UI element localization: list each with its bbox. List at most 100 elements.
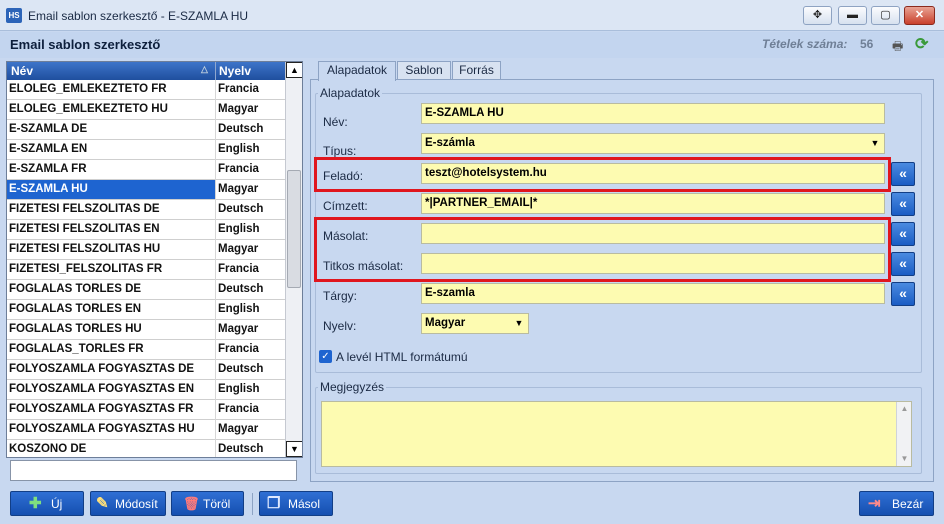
column-divider[interactable] xyxy=(215,62,216,80)
html-format-checkbox[interactable]: ✓ xyxy=(319,350,332,363)
edit-button-label: Módosít xyxy=(115,497,158,511)
list-item[interactable]: ELOLEG_EMLEKEZTETO HU Magyar xyxy=(7,100,285,120)
notes-scroll-down-icon[interactable]: ▼ xyxy=(897,454,912,463)
cell-divider xyxy=(215,240,216,260)
list-item[interactable]: E-SZAMLA DE Deutsch xyxy=(7,120,285,140)
list-item[interactable]: E-SZAMLA HU Magyar xyxy=(7,180,285,200)
list-item-language: Francia xyxy=(218,403,259,415)
list-item[interactable]: E-SZAMLA EN English xyxy=(7,140,285,160)
refresh-icon[interactable]: ⟳ xyxy=(915,34,933,53)
chevron-down-icon[interactable]: ▼ xyxy=(511,314,527,333)
list-header: Név △ Nyelv xyxy=(7,62,285,80)
basic-data-group-title: Alapadatok xyxy=(318,86,383,100)
print-icon[interactable]: 🖶 xyxy=(892,37,910,53)
list-item-name: E-SZAMLA EN xyxy=(9,143,88,155)
scroll-thumb[interactable] xyxy=(287,170,301,288)
edit-button[interactable]: ✎ Módosít xyxy=(90,491,166,516)
list-filter-input[interactable] xyxy=(10,460,297,481)
list-item[interactable]: FOGLALAS_TORLES FR Francia xyxy=(7,340,285,360)
list-item[interactable]: FOGLALAS TORLES HU Magyar xyxy=(7,320,285,340)
window-title: Email sablon szerkesztő - E-SZAMLA HU xyxy=(28,9,249,23)
minimize-button[interactable]: ▬ xyxy=(838,6,867,25)
cc-insert-icon[interactable]: « xyxy=(891,222,915,246)
list-item-language: Francia xyxy=(218,83,259,95)
subject-field[interactable]: E-szamla xyxy=(421,283,885,304)
list-item[interactable]: ELOLEG_EMLEKEZTETO FR Francia xyxy=(7,80,285,100)
item-count-label: Tételek száma: xyxy=(762,37,848,51)
tab-forras[interactable]: Forrás xyxy=(452,61,501,80)
list-item-language: Deutsch xyxy=(218,283,264,295)
recipient-insert-icon[interactable]: « xyxy=(891,192,915,216)
new-button[interactable]: ✚ Új xyxy=(10,491,84,516)
list-item[interactable]: FIZETESI_FELSZOLITAS FR Francia xyxy=(7,260,285,280)
recipient-field[interactable]: *|PARTNER_EMAIL|* xyxy=(421,193,885,214)
list-item[interactable]: FIZETESI FELSZOLITAS HU Magyar xyxy=(7,240,285,260)
tab-sablon[interactable]: Sablon xyxy=(397,61,451,80)
move-icon[interactable]: ✥ xyxy=(803,6,832,25)
add-icon: ✚ xyxy=(29,495,42,512)
list-scrollbar[interactable]: ▲ ▼ xyxy=(285,62,302,457)
list-item-name: E-SZAMLA HU xyxy=(9,183,88,195)
tab-alapadatok[interactable]: Alapadatok xyxy=(318,61,396,81)
cell-divider xyxy=(215,420,216,440)
cell-divider xyxy=(215,340,216,360)
column-header-language[interactable]: Nyelv xyxy=(219,64,251,78)
copy-button[interactable]: ❐ Másol xyxy=(259,491,333,516)
list-item-name: FOGLALAS TORLES HU xyxy=(9,323,142,335)
trash-icon: 🗑 xyxy=(183,496,200,511)
app-logo-icon: HS xyxy=(6,8,22,23)
sender-insert-icon[interactable]: « xyxy=(891,162,915,186)
list-item[interactable]: KOSZONO DE Deutsch xyxy=(7,440,285,457)
list-rows: ELOLEG_EMLEKEZTETO FR Francia ELOLEG_EMLEK… xyxy=(7,80,285,457)
maximize-button[interactable]: ▢ xyxy=(871,6,900,25)
scroll-down-icon[interactable]: ▼ xyxy=(286,441,302,457)
list-item-language: Magyar xyxy=(216,180,285,199)
subject-insert-icon[interactable]: « xyxy=(891,282,915,306)
list-item[interactable]: FOGLALAS TORLES EN English xyxy=(7,300,285,320)
list-item[interactable]: FOLYOSZAMLA FOGYASZTAS DE Deutsch xyxy=(7,360,285,380)
notes-textarea[interactable] xyxy=(321,401,912,467)
list-item[interactable]: FOLYOSZAMLA FOGYASZTAS HU Magyar xyxy=(7,420,285,440)
recipient-label: Címzett: xyxy=(323,199,368,213)
cell-divider xyxy=(215,120,216,140)
sort-icon: △ xyxy=(201,64,208,74)
list-item[interactable]: FIZETESI FELSZOLITAS DE Deutsch xyxy=(7,200,285,220)
list-item-name: FOLYOSZAMLA FOGYASZTAS HU xyxy=(9,423,195,435)
notes-scrollbar[interactable]: ▲ ▼ xyxy=(896,402,911,466)
list-item[interactable]: E-SZAMLA FR Francia xyxy=(7,160,285,180)
cell-divider xyxy=(215,220,216,240)
language-select[interactable]: Magyar ▼ xyxy=(421,313,529,334)
list-item-name: FIZETESI FELSZOLITAS DE xyxy=(9,203,160,215)
bcc-field[interactable] xyxy=(421,253,885,274)
html-format-label[interactable]: A levél HTML formátumú xyxy=(336,350,468,364)
copy-icon: ❐ xyxy=(267,495,281,512)
list-item-name: FOGLALAS_TORLES FR xyxy=(9,343,144,355)
list-item-language: English xyxy=(218,143,260,155)
name-field[interactable]: E-SZAMLA HU xyxy=(421,103,885,124)
close-button[interactable]: ⇥ Bezár xyxy=(859,491,934,516)
cell-divider xyxy=(215,280,216,300)
list-item-name: E-SZAMLA DE xyxy=(9,123,88,135)
column-header-name[interactable]: Név xyxy=(11,64,33,78)
list-item[interactable]: FOGLALAS TORLES DE Deutsch xyxy=(7,280,285,300)
list-item[interactable]: FOLYOSZAMLA FOGYASZTAS FR Francia xyxy=(7,400,285,420)
type-select[interactable]: E-számla ▼ xyxy=(421,133,885,154)
list-item-name: ELOLEG_EMLEKEZTETO HU xyxy=(9,103,168,115)
list-item[interactable]: FIZETESI FELSZOLITAS EN English xyxy=(7,220,285,240)
scroll-up-icon[interactable]: ▲ xyxy=(286,62,302,78)
list-item-language: Deutsch xyxy=(218,123,264,135)
delete-button[interactable]: 🗑 Töröl xyxy=(171,491,244,516)
cell-divider xyxy=(215,300,216,320)
close-window-button[interactable]: ✕ xyxy=(904,6,935,25)
list-item[interactable]: FOLYOSZAMLA FOGYASZTAS EN English xyxy=(7,380,285,400)
cell-divider xyxy=(215,160,216,180)
list-item-name: ELOLEG_EMLEKEZTETO FR xyxy=(9,83,167,95)
sender-field[interactable]: teszt@hotelsystem.hu xyxy=(421,163,885,184)
cc-field[interactable] xyxy=(421,223,885,244)
pencil-icon: ✎ xyxy=(96,495,109,512)
item-count-value: 56 xyxy=(860,37,874,51)
bcc-insert-icon[interactable]: « xyxy=(891,252,915,276)
chevron-down-icon[interactable]: ▼ xyxy=(867,134,883,153)
notes-scroll-up-icon[interactable]: ▲ xyxy=(897,404,912,413)
new-button-label: Új xyxy=(51,497,63,511)
